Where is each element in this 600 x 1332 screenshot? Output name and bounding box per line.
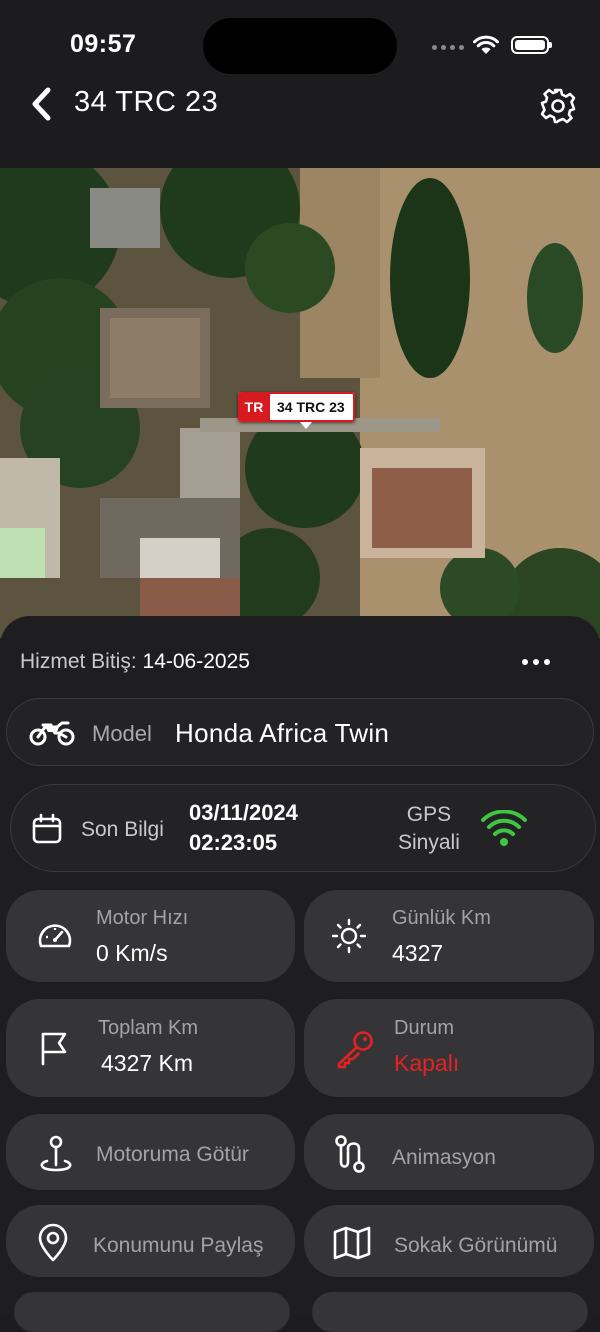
status-label: Durum	[394, 1017, 455, 1039]
motorcycle-icon	[29, 721, 75, 746]
animation-label: Animasyon	[392, 1146, 496, 1169]
map-icon	[333, 1226, 371, 1260]
take-me-to-motor-button[interactable]: Motoruma Götür	[6, 1114, 295, 1190]
satellite-map[interactable]: TR 34 TRC 23	[0, 168, 600, 638]
last-info-card: Son Bilgi 03/11/2024 02:23:05 GPS Sinyal…	[10, 784, 596, 872]
total-km-label: Toplam Km	[98, 1017, 199, 1039]
calendar-icon	[32, 813, 62, 844]
dynamic-island	[203, 18, 397, 74]
daily-km-label: Günlük Km	[392, 907, 491, 929]
dot	[522, 659, 528, 665]
flag-icon	[41, 1032, 67, 1066]
marker-flag: TR	[238, 392, 270, 422]
vehicle-info-panel: Hizmet Bitiş: 14-06-2025 Model Honda Afr…	[0, 616, 600, 1332]
animation-button[interactable]: Animasyon	[304, 1114, 594, 1190]
gps-signal-icon	[481, 810, 527, 846]
route-icon	[335, 1135, 365, 1173]
next-row-button-right[interactable]	[312, 1292, 588, 1332]
marker-plate: 34 TRC 23	[270, 392, 355, 422]
total-km-tile: Toplam Km 4327 Km	[6, 999, 295, 1097]
settings-button[interactable]	[536, 84, 580, 128]
status-bar: 09:57	[0, 0, 600, 80]
last-info-date: 03/11/2024	[189, 800, 298, 825]
speedometer-icon	[38, 924, 72, 948]
status-time: 09:57	[70, 30, 137, 58]
back-button[interactable]	[22, 80, 62, 128]
key-icon	[337, 1031, 373, 1069]
model-label: Model	[92, 721, 152, 746]
motor-speed-tile: Motor Hızı 0 Km/s	[6, 890, 295, 982]
more-options-button[interactable]	[516, 652, 556, 672]
battery-icon	[511, 36, 552, 54]
cellular-signal-icon	[432, 45, 464, 50]
next-row-button-left[interactable]	[14, 1292, 290, 1332]
model-card: Model Honda Africa Twin	[6, 698, 594, 766]
last-info-label: Son Bilgi	[81, 818, 164, 841]
street-view-button[interactable]: Sokak Görünümü	[304, 1205, 594, 1277]
daily-km-tile: Günlük Km 4327	[304, 890, 594, 982]
share-location-button[interactable]: Konumunu Paylaş	[6, 1205, 295, 1277]
last-info-datetime: 03/11/2024 02:23:05	[189, 798, 298, 858]
location-pin-icon	[40, 1135, 72, 1172]
gps-label: GPS Sinyali	[398, 801, 460, 857]
service-label: Hizmet Bitiş:	[20, 650, 137, 673]
sun-icon	[331, 918, 367, 954]
gear-icon	[540, 88, 576, 124]
service-end: Hizmet Bitiş: 14-06-2025	[20, 650, 250, 674]
status-value: Kapalı	[394, 1050, 460, 1076]
last-info-time: 02:23:05	[189, 830, 278, 855]
total-km-value: 4327 Km	[101, 1050, 194, 1076]
vehicle-marker[interactable]: TR 34 TRC 23	[238, 392, 355, 429]
chevron-left-icon	[32, 87, 51, 121]
status-tile: Durum Kapalı	[304, 999, 594, 1097]
nav-header: 34 TRC 23	[0, 80, 600, 168]
motor-speed-label: Motor Hızı	[96, 907, 189, 929]
gps-label-line2: Sinyali	[398, 831, 460, 854]
dot	[533, 659, 539, 665]
share-location-label: Konumunu Paylaş	[93, 1234, 264, 1257]
service-date: 14-06-2025	[142, 650, 250, 673]
wifi-status-icon	[473, 35, 499, 54]
motor-speed-value: 0 Km/s	[96, 940, 168, 966]
daily-km-value: 4327	[392, 940, 444, 966]
page-title: 34 TRC 23	[74, 86, 219, 118]
map-pin-icon	[38, 1223, 68, 1262]
marker-pointer	[300, 422, 312, 429]
gps-label-line1: GPS	[406, 803, 452, 826]
take-me-to-motor-label: Motoruma Götür	[96, 1143, 249, 1166]
dot	[544, 659, 550, 665]
street-view-label: Sokak Görünümü	[394, 1234, 558, 1257]
model-value: Honda Africa Twin	[175, 718, 390, 748]
